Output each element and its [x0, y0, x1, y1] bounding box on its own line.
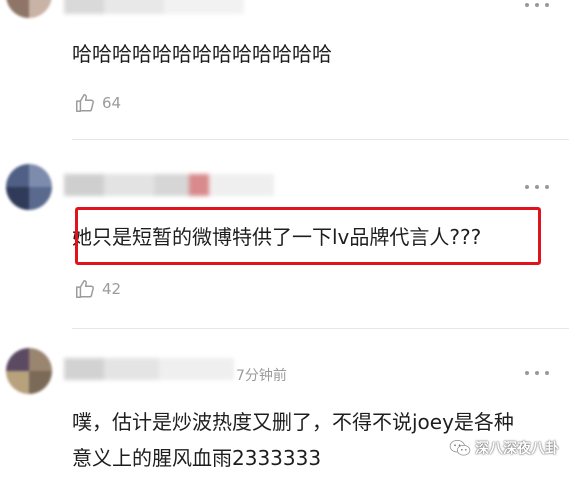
- avatar[interactable]: [6, 348, 52, 394]
- like-button[interactable]: 42: [74, 278, 121, 300]
- more-options-button[interactable]: [525, 2, 549, 8]
- more-dots-icon: [525, 3, 529, 7]
- more-options-button[interactable]: [525, 184, 549, 190]
- username-blurred[interactable]: [64, 0, 244, 14]
- username-blurred[interactable]: [64, 174, 274, 196]
- watermark: 深八深夜八卦: [449, 438, 559, 458]
- divider: [72, 328, 569, 329]
- comment-timestamp: 7分钟前: [236, 368, 287, 384]
- more-dots-icon: [525, 185, 529, 189]
- comment-item-1: 哈哈哈哈哈哈哈哈哈哈哈哈哈 64: [0, 0, 569, 140]
- red-highlight-box: [75, 207, 541, 265]
- like-button[interactable]: 64: [74, 92, 121, 114]
- avatar[interactable]: [6, 164, 52, 210]
- more-dots-icon: [525, 371, 529, 375]
- like-count: 64: [102, 94, 122, 112]
- watermark-text: 深八深夜八卦: [475, 441, 559, 457]
- comment-text-line-2: 意义上的腥风血雨2333333: [72, 446, 322, 470]
- avatar[interactable]: [6, 0, 52, 18]
- thumbs-up-icon: [76, 280, 94, 298]
- username-blurred[interactable]: [64, 358, 234, 380]
- comment-text: 哈哈哈哈哈哈哈哈哈哈哈哈哈: [72, 42, 332, 66]
- more-options-button[interactable]: [525, 370, 549, 376]
- comment-feed: 哈哈哈哈哈哈哈哈哈哈哈哈哈 64 她只是短暂的微博特供了一下lv品牌代言人???…: [0, 0, 569, 477]
- comment-text-line-1: 噗，估计是炒波热度又删了，不得不说joey是各种: [72, 410, 514, 434]
- thumbs-up-icon: [76, 94, 94, 112]
- like-count: 42: [102, 280, 122, 298]
- wechat-logo-icon: [449, 439, 471, 456]
